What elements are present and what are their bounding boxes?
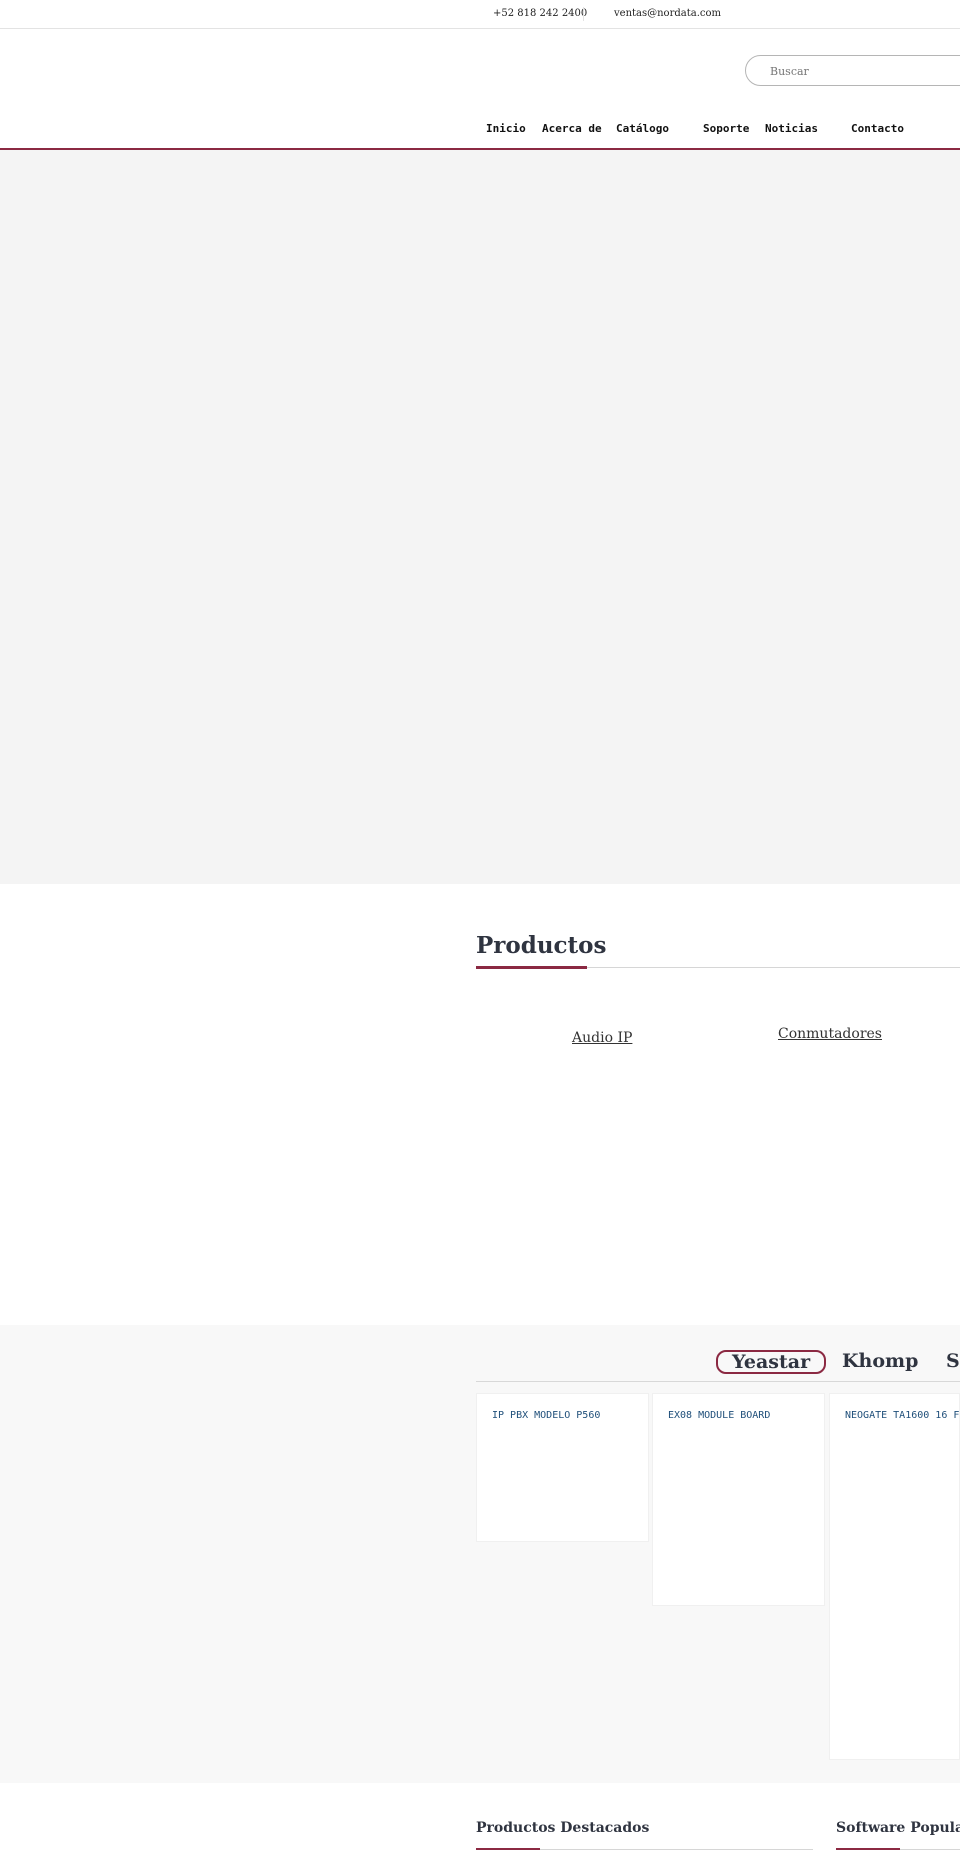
brand-tab-yeastar[interactable]: Yeastar (716, 1350, 827, 1374)
contact-divider (583, 7, 584, 21)
products-title-accent (476, 966, 587, 969)
product-card[interactable]: IP PBX MODELO P560 (476, 1393, 649, 1542)
brand-tabs-rule (476, 1381, 960, 1382)
product-card[interactable]: EX08 MODULE BOARD (652, 1393, 825, 1606)
nav-item-contacto[interactable]: Contacto (851, 122, 904, 135)
search-box (745, 55, 960, 86)
featured-products-accent (476, 1848, 540, 1850)
nav-item-inicio[interactable]: Inicio (486, 122, 526, 135)
product-card-title[interactable]: NEOGATE TA1600 16 F (845, 1410, 959, 1421)
email-link[interactable]: ventas@nordata.com (614, 8, 721, 19)
hero-banner (0, 150, 960, 884)
main-nav: Inicio Acerca de Catálogo Soporte Notici… (0, 118, 960, 150)
top-contact-bar: +52 818 242 2400 ventas@nordata.com (0, 0, 960, 29)
category-conmutadores[interactable]: Conmutadores (778, 1026, 882, 1042)
product-card[interactable]: NEOGATE TA1600 16 F (829, 1393, 960, 1760)
product-card-title[interactable]: IP PBX MODELO P560 (492, 1410, 600, 1421)
phone-link[interactable]: +52 818 242 2400 (493, 8, 587, 19)
nav-item-soporte[interactable]: Soporte (703, 122, 749, 135)
popular-software-accent (836, 1848, 900, 1850)
popular-software-title: Software Popular (836, 1820, 960, 1836)
brand-tab-next[interactable]: S (946, 1350, 960, 1372)
search-input[interactable] (770, 62, 950, 80)
product-card-title[interactable]: EX08 MODULE BOARD (668, 1410, 770, 1421)
products-title: Productos (476, 932, 607, 959)
featured-products-title: Productos Destacados (476, 1820, 650, 1836)
nav-item-catalogo[interactable]: Catálogo (616, 122, 669, 135)
brand-tab-khomp[interactable]: Khomp (842, 1350, 918, 1372)
category-audio-ip[interactable]: Audio IP (572, 1030, 632, 1046)
nav-item-noticias[interactable]: Noticias (765, 122, 818, 135)
nav-item-acerca-de[interactable]: Acerca de (542, 122, 602, 135)
